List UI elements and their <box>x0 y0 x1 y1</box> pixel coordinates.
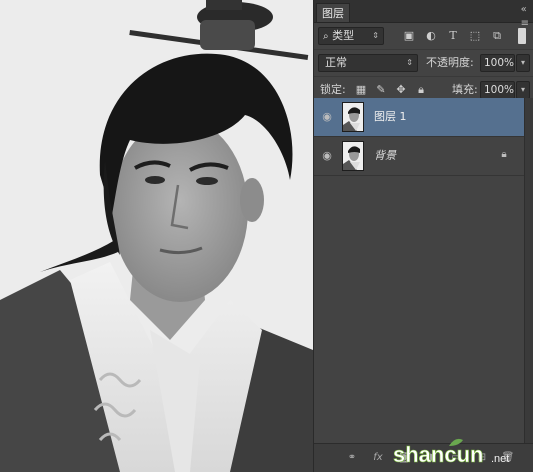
layer-thumbnail <box>342 102 364 132</box>
filter-kind-label: 类型 <box>332 29 355 42</box>
blend-row: 正常 ⇕ 不透明度: 100% ▾ <box>314 50 533 77</box>
layers-footer: ⚭ fx ◙ ◑ ▭ ⊞ 🗑︎ <box>314 443 533 472</box>
opacity-value: 100% <box>484 57 515 69</box>
new-layer-icon[interactable]: ⊞ <box>474 450 490 466</box>
opacity-label: 不透明度: <box>426 56 474 69</box>
fill-dropdown-icon[interactable]: ▾ <box>516 81 530 99</box>
panel-tab-bar: 图层 «≡ <box>314 0 533 29</box>
lock-move-icon[interactable]: ✥ <box>392 81 410 99</box>
layer-name[interactable]: 图层 1 <box>374 98 407 136</box>
chevron-updown-icon: ⇕ <box>406 58 413 67</box>
adjustment-filter-icon[interactable]: ◐ <box>422 27 440 45</box>
layer-thumbnail <box>342 141 364 171</box>
filter-row: ⌕ 类型 ⇕ ▣ ◐ T ⬚ ⧉ <box>314 23 533 50</box>
opacity-input[interactable]: 100% <box>480 54 515 72</box>
adjustment-layer-icon[interactable]: ◑ <box>422 450 438 466</box>
document-canvas[interactable] <box>0 0 313 472</box>
eye-icon[interactable]: ◉ <box>320 110 334 124</box>
layers-scrollbar[interactable] <box>524 98 533 444</box>
layer-row-background[interactable]: ◉ 背景 🔒︎ <box>314 137 524 176</box>
smart-object-filter-icon[interactable]: ⧉ <box>488 27 506 45</box>
group-icon[interactable]: ▭ <box>448 450 464 466</box>
layer-row-layer1[interactable]: ◉ 图层 1 <box>314 98 524 137</box>
lock-paint-icon[interactable]: ✎ <box>372 81 390 99</box>
tab-layers[interactable]: 图层 <box>316 3 350 22</box>
layers-list: ◉ 图层 1 ◉ 背景 🔒︎ <box>314 98 524 444</box>
opacity-dropdown-icon[interactable]: ▾ <box>516 54 530 72</box>
fx-icon[interactable]: fx <box>370 450 386 466</box>
eye-icon[interactable]: ◉ <box>320 149 334 163</box>
lock-transparent-icon[interactable]: ▦ <box>352 81 370 99</box>
fill-value: 100% <box>484 84 515 96</box>
search-icon: ⌕ <box>323 31 329 42</box>
layer-name[interactable]: 背景 <box>374 137 396 175</box>
shape-filter-icon[interactable]: ⬚ <box>466 27 484 45</box>
image-filter-icon[interactable]: ▣ <box>400 27 418 45</box>
link-layers-icon[interactable]: ⚭ <box>344 450 360 466</box>
lock-all-icon[interactable]: 🔒︎ <box>412 81 430 99</box>
filter-toggle[interactable] <box>518 28 526 44</box>
filter-kind-select[interactable]: ⌕ 类型 ⇕ <box>318 27 384 45</box>
layer-mask-icon[interactable]: ◙ <box>396 450 412 466</box>
chevron-updown-icon: ⇕ <box>372 31 379 40</box>
lock-icon: 🔒︎ <box>501 149 507 160</box>
fill-input[interactable]: 100% <box>480 81 515 99</box>
type-filter-icon[interactable]: T <box>444 27 462 45</box>
blend-mode-select[interactable]: 正常 ⇕ <box>318 54 418 72</box>
trash-icon[interactable]: 🗑︎ <box>500 450 516 466</box>
layers-panel: 图层 «≡ ⌕ 类型 ⇕ ▣ ◐ T ⬚ ⧉ 正常 ⇕ 不透明度: 100% ▾… <box>313 0 533 472</box>
blend-mode-value: 正常 <box>325 56 347 69</box>
portrait-photo <box>0 0 313 472</box>
